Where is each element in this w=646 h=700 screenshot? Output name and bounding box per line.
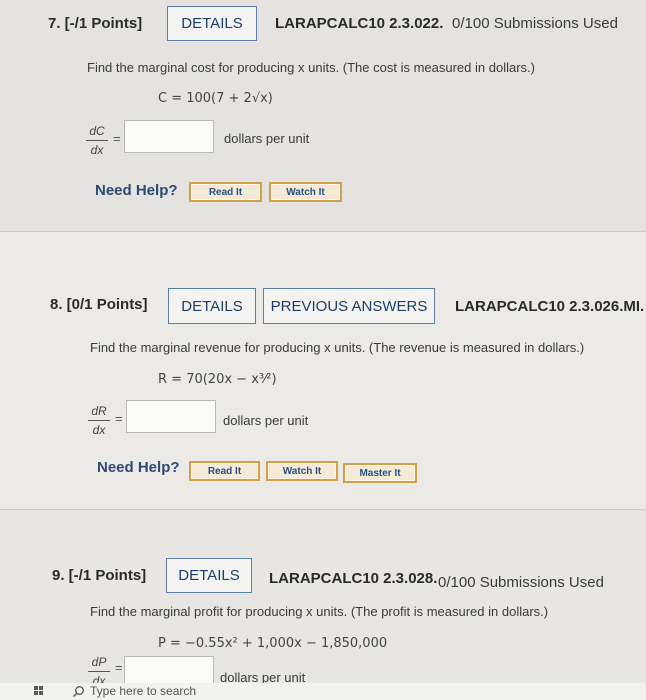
equals-sign: = [115,411,123,426]
details-button[interactable]: DETAILS [168,288,256,324]
answer-input[interactable] [124,120,214,153]
details-button[interactable]: DETAILS [167,6,257,41]
question-9-code: LARAPCALC10 2.3.028. [269,570,438,587]
equals-sign: = [113,131,121,146]
watch-it-button[interactable]: Watch It [266,461,338,481]
derivative-label: dC dx [86,124,108,157]
question-8-formula: R = 70(20x − x³⁄²) [158,372,277,387]
question-9-prompt: Find the marginal profit for producing x… [90,604,549,619]
search-input[interactable]: Type here to search [90,684,196,698]
divider [0,231,646,232]
divider [0,509,646,510]
derivative-label: dR dx [88,404,110,437]
read-it-button[interactable]: Read It [189,182,262,202]
details-button[interactable]: DETAILS [166,558,252,593]
need-help-label: Need Help? [95,182,178,199]
derivative-numerator: dR [91,404,107,418]
submissions-used: 0/100 Submissions Used [438,574,604,591]
windows-start-icon[interactable] [34,686,44,696]
taskbar: Type here to search [0,683,646,700]
derivative-numerator: dC [89,124,105,138]
derivative-denominator: dx [92,423,106,437]
question-8-prompt: Find the marginal revenue for producing … [90,340,585,355]
derivative-denominator: dx [90,143,104,157]
unit-label: dollars per unit [223,413,309,428]
question-9-formula: P = −0.55x² + 1,000x − 1,850,000 [158,636,388,651]
read-it-button[interactable]: Read It [189,461,260,481]
submissions-used: 0/100 Submissions Used [452,15,618,32]
question-7-code: LARAPCALC10 2.3.022. [275,15,444,32]
question-9-points: 9. [-/1 Points] [52,567,147,584]
answer-input[interactable] [126,400,216,433]
unit-label: dollars per unit [224,131,310,146]
equals-sign: = [115,660,123,675]
question-7-prompt: Find the marginal cost for producing x u… [87,60,535,75]
answer-input[interactable] [124,656,214,686]
question-7-points: 7. [-/1 Points] [48,15,143,32]
derivative-numerator: dP [91,655,107,669]
question-8-code: LARAPCALC10 2.3.026.MI. [455,298,645,315]
question-8-points: 8. [0/1 Points] [50,296,148,313]
watch-it-button[interactable]: Watch It [269,182,342,202]
master-it-button[interactable]: Master It [343,463,417,483]
question-7-formula: C = 100(7 + 2√x) [158,91,273,106]
search-icon[interactable] [72,685,85,698]
previous-answers-button[interactable]: PREVIOUS ANSWERS [263,288,435,324]
need-help-label: Need Help? [97,459,180,476]
